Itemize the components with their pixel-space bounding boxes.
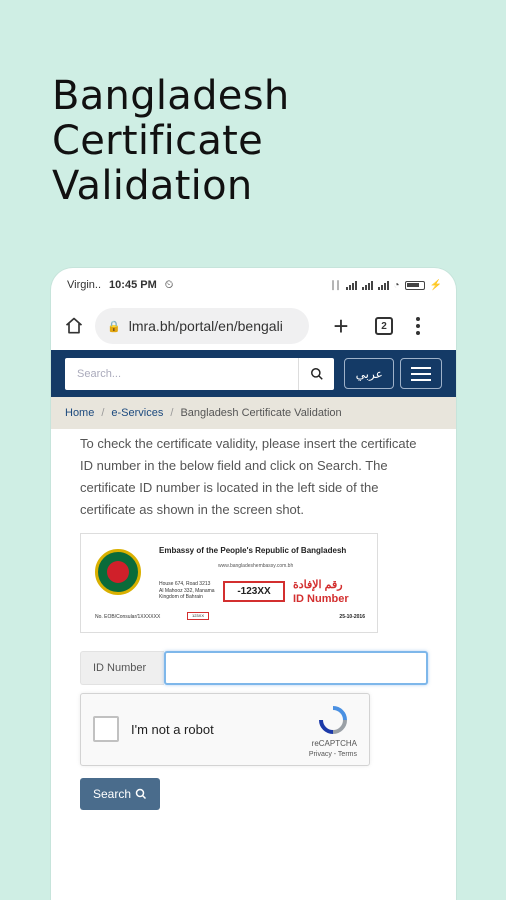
url-text: lmra.bh/portal/en/bengali	[128, 318, 283, 334]
cert-embassy: Embassy of the People's Republic of Bang…	[159, 546, 347, 555]
hamburger-menu-icon[interactable]	[400, 358, 442, 389]
search-button[interactable]: Search	[80, 778, 160, 810]
recaptcha-logo-icon	[317, 704, 349, 736]
search-icon[interactable]	[298, 357, 334, 390]
browser-toolbar: 🔒 lmra.bh/portal/en/bengali + 2	[51, 302, 456, 350]
cert-reference: No. EOB/Consular/1XXXXXX	[95, 614, 161, 620]
breadcrumb-separator: /	[101, 407, 105, 419]
headline-line-1: Bangladesh	[52, 73, 290, 119]
headline: Bangladesh Certificate Validation	[52, 74, 290, 209]
wifi-icon: ◔	[393, 279, 400, 291]
main-content: To check the certificate validity, pleas…	[51, 429, 456, 810]
lock-icon: 🔒	[107, 320, 121, 333]
cert-id-box: - 123XX	[223, 581, 285, 602]
breadcrumb-services[interactable]: e-Services	[111, 407, 163, 419]
site-search	[65, 357, 335, 390]
cert-website: www.bangladeshembassy.com.bh	[218, 563, 294, 569]
site-search-input[interactable]	[65, 357, 299, 390]
address-bar[interactable]: 🔒 lmra.bh/portal/en/bengali	[95, 308, 309, 344]
language-button[interactable]: عربي	[344, 358, 395, 389]
breadcrumb-home[interactable]: Home	[65, 407, 94, 419]
tab-switcher-button[interactable]: 2	[375, 317, 393, 335]
intro-text: To check the certificate validity, pleas…	[80, 436, 417, 517]
search-button-label: Search	[92, 787, 132, 801]
bangladesh-emblem-icon	[95, 549, 141, 595]
alarm-icon: ⏲	[164, 278, 174, 291]
headline-line-2: Certificate	[52, 118, 264, 164]
site-header: عربي	[51, 350, 456, 397]
signal-icon	[345, 280, 357, 290]
search-icon	[135, 788, 147, 800]
phone-frame: Virgin.. 10:45 PM ⏲ ∣∣ ◔ ⚡ 🔒 lmra.bh/por…	[51, 268, 456, 900]
id-number-input[interactable]	[164, 651, 428, 685]
recaptcha-terms[interactable]: Privacy - Terms	[309, 751, 357, 758]
signal-icon-3	[377, 280, 389, 290]
recaptcha-label: I'm not a robot	[131, 722, 214, 737]
cert-id-sample: 123XX	[240, 586, 271, 597]
new-tab-button[interactable]: +	[329, 313, 353, 339]
headline-line-3: Validation	[52, 163, 253, 209]
status-bar: Virgin.. 10:45 PM ⏲ ∣∣ ◔ ⚡	[51, 268, 456, 302]
clock: 10:45 PM	[109, 279, 157, 291]
cert-id-label: ID Number	[293, 593, 349, 605]
cert-small-box: 123XX	[187, 612, 209, 620]
breadcrumb-current: Bangladesh Certificate Validation	[180, 407, 342, 419]
cert-date: 25-10-2016	[339, 614, 365, 620]
charging-icon: ⚡	[429, 279, 442, 291]
signal-icon-2	[361, 280, 373, 290]
cert-address: House 674, Road 3213 Al Mahooz 332, Mana…	[159, 581, 215, 600]
recaptcha-brand: reCAPTCHA	[311, 739, 357, 748]
id-number-row: ID Number	[80, 651, 430, 685]
breadcrumb-separator: /	[170, 407, 174, 419]
more-menu-icon[interactable]	[413, 317, 423, 335]
cert-arabic-label: رقم الإفادة	[293, 579, 343, 591]
home-icon[interactable]	[61, 313, 87, 339]
recaptcha-checkbox[interactable]	[93, 716, 119, 742]
id-number-label: ID Number	[80, 651, 164, 685]
carrier-label: Virgin..	[67, 279, 102, 291]
certificate-sample-image: Embassy of the People's Republic of Bang…	[80, 533, 378, 633]
breadcrumb: Home / e-Services / Bangladesh Certifica…	[51, 397, 456, 429]
recaptcha-widget: I'm not a robot reCAPTCHA Privacy - Term…	[80, 693, 370, 766]
vibrate-icon: ∣∣	[330, 279, 341, 291]
battery-icon	[404, 280, 425, 290]
